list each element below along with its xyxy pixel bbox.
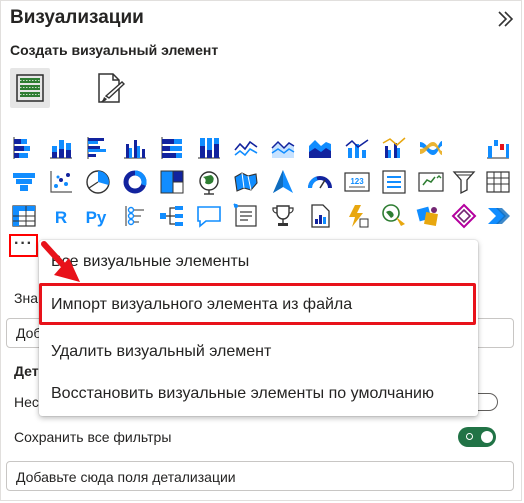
format-visual-tab[interactable] — [92, 70, 128, 106]
paginated-report-icon[interactable] — [306, 202, 334, 230]
double-chevron-right-icon[interactable] — [494, 8, 516, 30]
cross-report-toggle[interactable] — [476, 393, 498, 411]
pane-title: Визуализации — [10, 7, 144, 28]
menu-item-remove-visual[interactable]: Удалить визуальный элемент — [51, 343, 271, 361]
metrics-icon[interactable] — [269, 202, 297, 230]
python-visual-icon[interactable]: Py — [82, 202, 110, 230]
line-and-clustered-column-chart-icon[interactable] — [380, 134, 408, 162]
stacked-area-chart-icon[interactable] — [306, 134, 334, 162]
keep-all-filters-label: Сохранить все фильтры — [14, 429, 172, 445]
drillthrough-field-well[interactable]: Добавьте сюда поля детализации — [6, 461, 514, 491]
card-icon[interactable]: 123 — [343, 168, 371, 196]
smart-narrative-icon[interactable] — [232, 202, 260, 230]
multi-row-card-icon[interactable] — [380, 168, 408, 196]
values-section-label: Зна — [14, 290, 38, 306]
line-and-stacked-column-chart-icon[interactable] — [343, 134, 371, 162]
area-chart-icon[interactable] — [269, 134, 297, 162]
toggle-on-indicator — [466, 433, 473, 440]
svg-text:123: 123 — [350, 177, 364, 186]
power-automate-icon[interactable] — [343, 202, 371, 230]
arcgis-map-icon[interactable] — [380, 202, 408, 230]
power-automate-flow-icon[interactable] — [484, 202, 512, 230]
table-icon[interactable] — [484, 168, 512, 196]
drillthrough-field-placeholder: Добавьте сюда поля детализации — [16, 469, 236, 485]
get-more-visuals-icon[interactable] — [450, 202, 478, 230]
build-visual-tab[interactable] — [10, 68, 50, 108]
svg-text:R: R — [55, 208, 67, 227]
azure-map-icon[interactable] — [269, 168, 297, 196]
r-script-visual-icon[interactable]: R — [47, 202, 75, 230]
power-apps-icon[interactable] — [414, 202, 442, 230]
more-options-menu: Все визуальные элементы Импорт визуально… — [39, 240, 478, 416]
qa-icon[interactable] — [195, 202, 223, 230]
key-influencers-icon[interactable] — [121, 202, 149, 230]
funnel-chart-icon[interactable] — [10, 168, 38, 196]
filled-map-icon[interactable] — [232, 168, 260, 196]
scatter-chart-icon[interactable] — [47, 168, 75, 196]
100-stacked-column-chart-icon[interactable] — [195, 134, 223, 162]
toggle-knob — [481, 431, 493, 443]
100-stacked-bar-chart-icon[interactable] — [158, 134, 186, 162]
stacked-column-chart-icon[interactable] — [47, 134, 75, 162]
pie-chart-icon[interactable] — [84, 168, 112, 196]
more-visuals-button[interactable]: ··· — [9, 234, 38, 257]
format-visual-icon — [98, 73, 126, 103]
map-icon[interactable] — [195, 168, 223, 196]
line-chart-icon[interactable] — [232, 134, 260, 162]
drillthrough-section-label: Дет — [14, 363, 39, 379]
slicer-icon[interactable] — [450, 168, 478, 196]
matrix-icon[interactable] — [10, 202, 38, 230]
clustered-column-chart-icon[interactable] — [121, 134, 149, 162]
donut-chart-icon[interactable] — [121, 168, 149, 196]
kpi-icon[interactable] — [417, 168, 445, 196]
decomposition-tree-icon[interactable] — [158, 202, 186, 230]
treemap-icon[interactable] — [158, 168, 186, 196]
stacked-bar-chart-icon[interactable] — [10, 134, 38, 162]
menu-item-restore-defaults[interactable]: Восстановить визуальные элементы по умол… — [51, 385, 434, 403]
ribbon-chart-icon[interactable] — [417, 134, 445, 162]
build-visual-heading: Создать визуальный элемент — [10, 42, 219, 58]
gauge-icon[interactable] — [306, 168, 334, 196]
cross-report-label: Нес — [14, 394, 39, 410]
waterfall-chart-icon[interactable] — [484, 134, 512, 162]
values-well-placeholder: Доб — [16, 325, 42, 341]
build-visual-icon — [16, 74, 44, 102]
clustered-bar-chart-icon[interactable] — [84, 134, 112, 162]
import-highlight-box — [39, 283, 476, 325]
menu-item-all-visuals[interactable]: Все визуальные элементы — [51, 253, 249, 271]
svg-text:Py: Py — [86, 208, 107, 227]
keep-all-filters-toggle[interactable] — [458, 427, 496, 447]
